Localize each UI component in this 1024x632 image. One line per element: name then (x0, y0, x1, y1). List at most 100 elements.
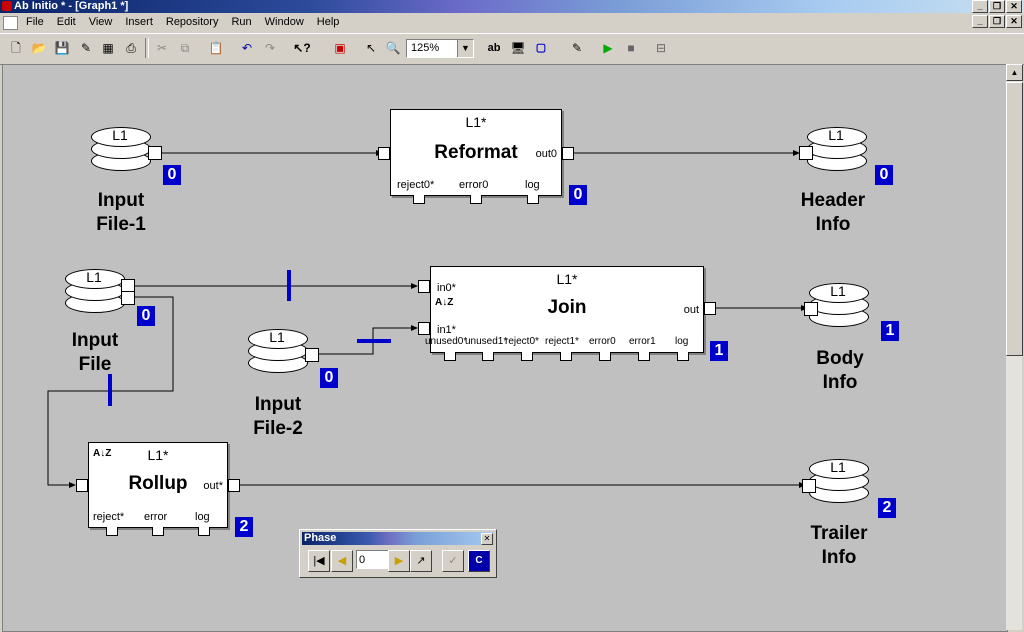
input-port[interactable] (378, 147, 390, 160)
window-title: Ab Initio * - [Graph1 *] (14, 0, 129, 12)
log-port[interactable] (198, 527, 210, 536)
trailer-info-label: Trailer Info (810, 523, 868, 568)
input-port-in0[interactable] (418, 280, 430, 293)
phase-toolbar[interactable]: Phase ✕ |◀ ◀ ▶ ↗ ✓ C (299, 529, 497, 578)
phase-number-field[interactable] (356, 550, 390, 569)
chevron-down-icon[interactable]: ▼ (457, 40, 473, 57)
vertical-scrollbar[interactable]: ▲ (1006, 64, 1023, 630)
doc-restore-button[interactable]: ❐ (989, 15, 1005, 28)
log-port[interactable] (677, 352, 689, 361)
input-port[interactable] (799, 146, 813, 160)
ab-text-icon[interactable]: ab (484, 38, 504, 58)
prev-phase-icon[interactable]: ◀ (331, 550, 353, 572)
input-port-in1[interactable] (418, 322, 430, 335)
menu-edit[interactable]: Edit (57, 13, 76, 31)
error-port[interactable] (152, 527, 164, 536)
arrow-icon (69, 482, 76, 488)
settings-icon[interactable]: ⊟ (651, 38, 671, 58)
paste-icon[interactable]: 📋 (206, 38, 226, 58)
layout-label: L1 (269, 329, 285, 345)
input-port[interactable] (804, 302, 818, 316)
menu-view[interactable]: View (89, 13, 113, 31)
bottom-port-label: error0 (459, 179, 489, 191)
check-phase-icon[interactable]: ✓ (442, 550, 464, 572)
reject0-port[interactable] (521, 352, 533, 361)
open-icon[interactable]: 📂 (29, 38, 49, 58)
select-icon[interactable]: ↖ (361, 38, 381, 58)
checkpoint-icon[interactable]: C (468, 550, 490, 572)
cut-icon[interactable]: ✂ (152, 38, 172, 58)
copy-icon[interactable]: ⧉ (175, 38, 195, 58)
error1-port[interactable] (638, 352, 650, 361)
input-port[interactable] (76, 479, 88, 492)
check-icon[interactable]: ✎ (76, 38, 96, 58)
goto-phase-icon[interactable]: ↗ (410, 550, 432, 572)
phase-0-icon[interactable]: ▢ (531, 38, 551, 58)
edit-icon[interactable]: ✎ (567, 38, 587, 58)
log-port[interactable] (527, 195, 539, 204)
zoom-select[interactable]: 125% ▼ (406, 39, 474, 58)
first-phase-icon[interactable]: |◀ (308, 550, 330, 572)
phase-badge: 2 (878, 498, 896, 518)
menu-help[interactable]: Help (317, 13, 340, 31)
zoom-icon[interactable]: 🔍 (383, 38, 403, 58)
rollup-component[interactable]: A↓Z L1* Rollup out* reject* error log (88, 442, 228, 528)
reject-port[interactable] (413, 195, 425, 204)
grid-icon[interactable]: ▦ (98, 38, 118, 58)
error-port[interactable] (470, 195, 482, 204)
reformat-component[interactable]: L1* Reformat out0 reject0* error0 log (390, 109, 562, 196)
output-port[interactable] (305, 348, 319, 362)
reject1-port[interactable] (560, 352, 572, 361)
output-port[interactable] (121, 291, 135, 305)
menu-file[interactable]: File (26, 13, 44, 31)
unused0-port[interactable] (444, 352, 456, 361)
header-info-dataset[interactable]: L1 (807, 125, 869, 181)
layout-label: L1 (112, 127, 128, 143)
unused1-port[interactable] (482, 352, 494, 361)
scroll-up-icon[interactable]: ▲ (1006, 64, 1023, 81)
stop-icon[interactable]: ■ (621, 38, 641, 58)
output-port[interactable] (148, 146, 162, 160)
input-file-2-dataset[interactable]: L1 (248, 327, 310, 383)
help-icon[interactable]: ↖? (292, 38, 312, 58)
document-icon[interactable] (3, 16, 18, 30)
menu-run[interactable]: Run (231, 13, 251, 31)
output-port[interactable] (228, 479, 240, 492)
minimize-button[interactable]: _ (972, 0, 988, 13)
input-file-dataset[interactable]: L1 (65, 267, 127, 323)
monitor-icon[interactable]: 🖥 (508, 38, 528, 58)
close-icon[interactable]: ✕ (481, 533, 493, 545)
menu-insert[interactable]: Insert (125, 13, 153, 31)
output-port[interactable] (704, 302, 716, 315)
input-file-1-label: Input File-1 (96, 190, 146, 235)
input-port[interactable] (802, 479, 816, 493)
output-port[interactable] (562, 147, 574, 160)
trailer-info-dataset[interactable]: L1 (809, 457, 871, 513)
error0-port[interactable] (599, 352, 611, 361)
reject-port[interactable] (106, 527, 118, 536)
print-icon[interactable]: ⎙ (121, 38, 141, 58)
scrollbar-thumb[interactable] (1006, 82, 1023, 356)
body-info-dataset[interactable]: L1 (809, 281, 871, 337)
menu-window[interactable]: Window (265, 13, 304, 31)
save-icon[interactable]: 💾 (52, 38, 72, 58)
join-component[interactable]: L1* Join in0* in1* A↓Z out unused0* unus… (425, 266, 704, 353)
restore-button[interactable]: ❐ (989, 0, 1005, 13)
component-icon[interactable]: ▣ (330, 38, 350, 58)
doc-minimize-button[interactable]: _ (972, 15, 988, 28)
new-icon[interactable]: 🗋 (6, 38, 26, 58)
run-icon[interactable]: ▶ (598, 38, 618, 58)
undo-icon[interactable]: ↶ (237, 38, 257, 58)
app-icon (2, 1, 12, 11)
input-file-1-dataset[interactable]: L1 (91, 125, 153, 181)
menu-repository[interactable]: Repository (166, 13, 219, 31)
layout-label: L1 (830, 283, 846, 299)
next-phase-icon[interactable]: ▶ (388, 550, 410, 572)
out-port-label: out (683, 304, 699, 316)
doc-close-button[interactable]: ✕ (1006, 15, 1022, 28)
close-button[interactable]: ✕ (1006, 0, 1022, 13)
graph-canvas[interactable]: L1 Input File-1 0 L1* Reformat out0 rejec… (2, 64, 1008, 632)
redo-icon[interactable]: ↷ (260, 38, 280, 58)
arrow-icon (411, 325, 418, 331)
phase-badge: 0 (569, 185, 587, 205)
